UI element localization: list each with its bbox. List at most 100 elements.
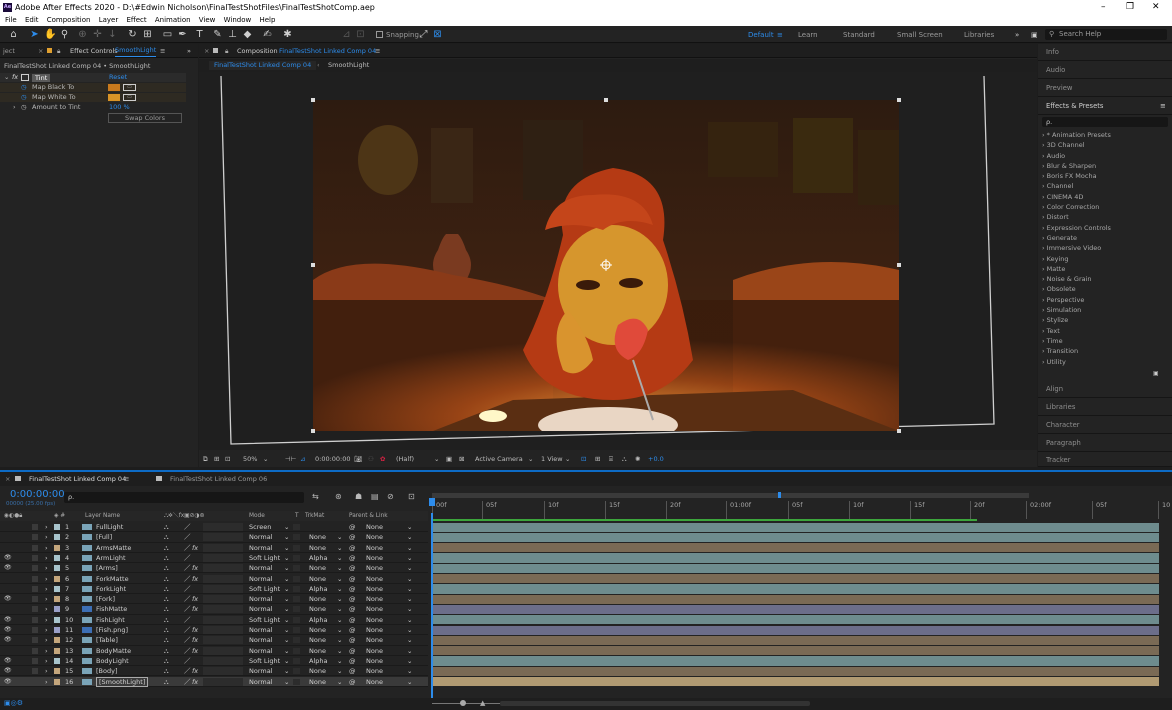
work-area-bar[interactable] — [432, 493, 1029, 498]
anchor-tool-icon[interactable]: ⊞ — [142, 29, 153, 40]
draft-3d-icon[interactable]: ⊛ — [335, 492, 342, 501]
layer-duration-bar[interactable] — [432, 677, 1159, 687]
effect-category[interactable]: › Distort — [1038, 212, 1172, 222]
layer-duration-bar[interactable] — [432, 656, 1159, 666]
toggle-pixel-icon[interactable]: ⊡ — [581, 451, 586, 467]
timeline-timecode[interactable]: 0:00:00:00 — [10, 489, 65, 500]
rotate-tool-icon[interactable]: ↻ — [127, 29, 138, 40]
eyedropper-icon[interactable]: ▭ — [123, 84, 136, 91]
pen-tool-icon[interactable]: ✒ — [177, 29, 188, 40]
effect-category[interactable]: › Transition — [1038, 346, 1172, 356]
menu-edit[interactable]: Edit — [25, 15, 39, 26]
flowchart-icon[interactable]: ⛬ — [622, 451, 627, 467]
character-panel-header[interactable]: Character — [1038, 417, 1172, 434]
tab-timeline-active[interactable]: FinalTestShot Linked Comp 04 — [29, 472, 126, 486]
menu-file[interactable]: File — [5, 15, 17, 26]
map-black-color-swatch[interactable] — [108, 84, 120, 91]
brush-tool-icon[interactable]: ✎ — [212, 29, 223, 40]
exposure-value[interactable]: +0.0 — [648, 451, 664, 467]
header-layer-name[interactable]: Layer Name — [85, 511, 120, 521]
layer-duration-bar[interactable] — [432, 553, 1159, 563]
effect-category[interactable]: › Utility — [1038, 357, 1172, 367]
close-tab-icon[interactable]: × — [5, 472, 10, 486]
layer-duration-bar[interactable] — [432, 615, 1159, 625]
time-ruler[interactable]: 00f 05f 10f 15f 20f 01:00f 05f 10f 15f 20f 02:00f 0… — [428, 489, 1172, 521]
swap-colors-button[interactable]: Swap Colors — [108, 113, 182, 123]
layer-duration-bar[interactable] — [432, 584, 1159, 594]
stopwatch-icon[interactable]: ◷ — [21, 93, 27, 102]
timeline-scrollbar[interactable] — [500, 701, 810, 706]
panel-menu-icon[interactable]: ≡ — [160, 44, 165, 58]
zoom-in-icon[interactable]: ▲ — [480, 699, 485, 707]
libraries-panel-header[interactable]: Libraries — [1038, 399, 1172, 416]
effect-category[interactable]: › Perspective — [1038, 295, 1172, 305]
resolution-dropdown[interactable]: (Half) — [396, 451, 414, 467]
effect-category[interactable]: › Matte — [1038, 264, 1172, 274]
stopwatch-icon[interactable]: ◷ — [21, 103, 27, 112]
panel-menu-icon[interactable]: ≡ — [375, 44, 380, 58]
effect-category[interactable]: › 3D Channel — [1038, 140, 1172, 150]
effect-category[interactable]: › Audio — [1038, 151, 1172, 161]
effects-presets-header[interactable]: Effects & Presets ≡ — [1038, 98, 1172, 115]
snapshot-icon[interactable]: 📷︎ — [354, 451, 362, 467]
header-trkmat[interactable]: TrkMat — [305, 511, 324, 521]
breadcrumb-next[interactable]: SmoothLight — [328, 61, 369, 69]
effect-category[interactable]: › * Animation Presets — [1038, 130, 1172, 140]
chevron-down-icon[interactable]: ⌄ — [528, 451, 533, 467]
expand-arrow-icon[interactable]: ⌄ — [4, 73, 9, 82]
workspace-default[interactable]: Default — [748, 31, 774, 39]
effect-category[interactable]: › Expression Controls — [1038, 223, 1172, 233]
effect-category[interactable]: › Immersive Video — [1038, 243, 1172, 253]
pan-tool-icon[interactable]: ✛ — [92, 29, 103, 40]
close-tab-icon[interactable]: × — [38, 44, 43, 58]
type-tool-icon[interactable]: T — [194, 29, 205, 40]
workspace-learn[interactable]: Learn — [798, 31, 818, 39]
roto-brush-tool-icon[interactable]: ✍ — [262, 29, 273, 40]
snapping-checkbox[interactable] — [376, 31, 383, 38]
shy-layers-icon[interactable]: ☗ — [355, 492, 362, 501]
breadcrumb-active[interactable]: FinalTestShot Linked Comp 04 — [209, 61, 317, 70]
menu-animation[interactable]: Animation — [155, 15, 191, 26]
effect-category[interactable]: › Time — [1038, 336, 1172, 346]
motion-blur-icon[interactable]: ⊘ — [387, 492, 394, 501]
region-of-interest-icon[interactable]: ⊡ — [225, 451, 230, 467]
layer-duration-bar[interactable] — [432, 543, 1159, 553]
map-white-color-swatch[interactable] — [108, 94, 120, 101]
panel-menu-icon[interactable]: ≡ — [1160, 98, 1166, 115]
graph-editor-icon[interactable]: ⊡ — [408, 492, 415, 501]
effect-category[interactable]: › Boris FX Mocha — [1038, 171, 1172, 181]
workspace-menu-icon[interactable]: ≡ — [777, 31, 783, 39]
workspace-small-screen[interactable]: Small Screen — [897, 31, 943, 39]
transparency-grid-icon[interactable]: ⊿ — [300, 451, 305, 467]
world-axis-icon[interactable]: ⊡ — [355, 29, 366, 40]
zoom-tool-icon[interactable]: ⚲ — [59, 29, 70, 40]
effect-category[interactable]: › Keying — [1038, 254, 1172, 264]
region-icon[interactable]: ▣ — [446, 451, 452, 467]
tab-composition-name[interactable]: FinalTestShot Linked Comp 04 — [279, 44, 376, 58]
effect-category[interactable]: › Channel — [1038, 181, 1172, 191]
orbit-tool-icon[interactable]: ⊕ — [77, 29, 88, 40]
puppet-tool-icon[interactable]: ✱ — [282, 29, 293, 40]
layer-duration-bar[interactable] — [432, 604, 1159, 615]
effect-category[interactable]: › Text — [1038, 326, 1172, 336]
stopwatch-icon[interactable]: ◷ — [21, 83, 27, 92]
magnification-dropdown[interactable]: 50% — [243, 451, 257, 467]
effect-category[interactable]: › Noise & Grain — [1038, 274, 1172, 284]
tab-timeline-other[interactable]: FinalTestShot Linked Comp 06 — [170, 472, 267, 486]
snap-options-icon[interactable]: ⤢ — [418, 29, 429, 40]
audio-panel-header[interactable]: Audio — [1038, 62, 1172, 79]
layer-duration-bar[interactable] — [432, 574, 1159, 584]
header-mode[interactable]: Mode — [249, 511, 265, 521]
info-panel-header[interactable]: Info — [1038, 44, 1172, 61]
work-area-end-marker[interactable] — [778, 492, 781, 498]
effect-category[interactable]: › Generate — [1038, 233, 1172, 243]
expand-switches-icon[interactable]: ▣◎⚙ — [4, 699, 23, 707]
header-parent[interactable]: Parent & Link — [349, 511, 388, 521]
amount-to-tint-value[interactable]: 100 % — [109, 103, 130, 112]
tab-effect-controls[interactable]: Effect Controls — [70, 44, 118, 58]
timeline-icon[interactable]: ⌸ — [609, 451, 613, 467]
fast-previews-icon[interactable]: ⊞ — [595, 451, 600, 467]
panel-menu-icon[interactable]: ≡ — [124, 472, 129, 486]
exposure-icon[interactable]: ✺ — [635, 451, 640, 467]
current-time-display[interactable]: 0:00:00:00 — [315, 451, 351, 467]
